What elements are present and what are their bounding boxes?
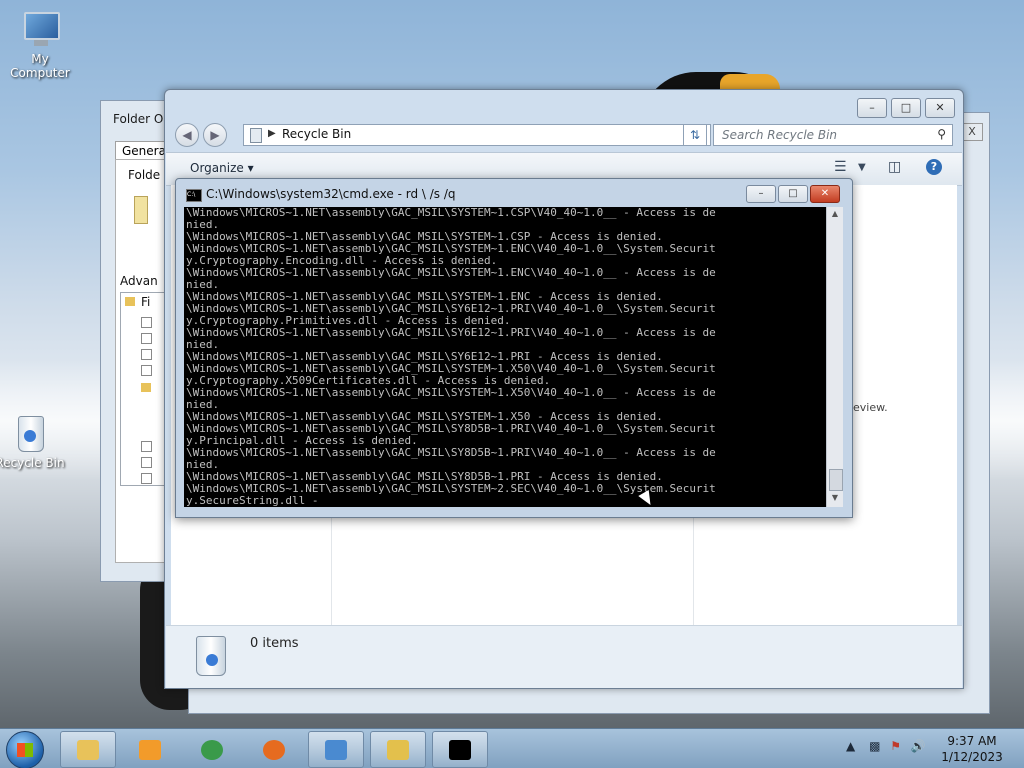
vertical-scrollbar[interactable]: ▲ ▼	[826, 207, 843, 507]
tree-item-label: Fi	[141, 295, 151, 309]
breadcrumb[interactable]: Recycle Bin	[282, 127, 351, 141]
network-icon[interactable]: ▩	[869, 739, 880, 753]
scroll-thumb[interactable]	[829, 469, 843, 491]
cmd-icon	[449, 740, 471, 760]
checkbox[interactable]	[141, 317, 152, 328]
search-icon[interactable]: ⚲	[937, 127, 946, 141]
cmd-icon: C:\	[186, 189, 202, 202]
search-input[interactable]: Search Recycle Bin ⚲	[713, 124, 953, 146]
dialog-title: Folder Op	[113, 112, 171, 126]
computer-icon	[20, 10, 60, 50]
address-bar[interactable]: ▶ Recycle Bin ▼	[243, 124, 711, 146]
clock[interactable]: 9:37 AM 1/12/2023	[932, 733, 1012, 765]
folder-options-icon	[387, 740, 409, 760]
item-count: 0 items	[250, 636, 299, 651]
firefox-icon	[263, 740, 285, 760]
folder-icon	[125, 297, 135, 306]
chrome-taskbar-button[interactable]	[184, 731, 240, 768]
recycle-logo	[206, 654, 218, 666]
tab-general[interactable]: General	[115, 141, 171, 161]
view-options-icon[interactable]: ☰	[834, 159, 847, 175]
desktop-icon-label: My Computer	[10, 52, 70, 80]
folder-icon	[134, 196, 148, 224]
cmd-window[interactable]: C:\ C:\Windows\system32\cmd.exe - rd \ /…	[175, 178, 853, 518]
window-title: C:\Windows\system32\cmd.exe - rd \ /s /q	[206, 187, 456, 201]
search-placeholder: Search Recycle Bin	[722, 128, 838, 142]
folder-icon	[77, 740, 99, 760]
folder-options-taskbar-button[interactable]	[370, 731, 426, 768]
desktop-icon-my-computer[interactable]: My Computer	[0, 10, 80, 80]
media-player-icon	[139, 740, 161, 760]
details-pane: 0 items	[166, 625, 962, 688]
desktop-icon-recycle-bin[interactable]: Recycle Bin	[0, 414, 70, 470]
maximize-button[interactable]: □	[891, 98, 921, 118]
close-button[interactable]: ✕	[925, 98, 955, 118]
checkbox[interactable]	[141, 349, 152, 360]
start-button[interactable]	[6, 731, 44, 768]
folder-icon	[141, 383, 151, 392]
preview-pane-icon[interactable]: ◫	[888, 159, 901, 175]
firefox-taskbar-button[interactable]	[246, 731, 302, 768]
scroll-up-icon[interactable]: ▲	[829, 209, 841, 221]
folders-group-label: Folde	[128, 168, 161, 182]
help-button[interactable]: ?	[926, 159, 942, 175]
media-player-taskbar-button[interactable]	[122, 731, 178, 768]
control-panel-taskbar-button[interactable]	[308, 731, 364, 768]
clock-time: 9:37 AM	[947, 734, 997, 748]
checkbox[interactable]	[141, 441, 152, 452]
refresh-button[interactable]: ⇅	[683, 124, 707, 146]
scroll-down-icon[interactable]: ▼	[829, 493, 841, 505]
preview-pane-text: eview.	[853, 401, 888, 414]
console-output[interactable]: \Windows\MICROS~1.NET\assembly\GAC_MSIL\…	[184, 207, 826, 507]
checkbox[interactable]	[141, 473, 152, 484]
maximize-button[interactable]: □	[778, 185, 808, 203]
chrome-icon	[201, 740, 223, 760]
organize-label: Organize	[190, 161, 244, 175]
cmd-taskbar-button[interactable]	[432, 731, 488, 768]
forward-button[interactable]: ▶	[203, 123, 227, 147]
explorer-taskbar-button[interactable]	[60, 731, 116, 768]
recycle-bin-icon	[250, 128, 262, 143]
chevron-down-icon[interactable]: ▼	[858, 162, 866, 173]
checkbox[interactable]	[141, 333, 152, 344]
recycle-bin-icon	[10, 414, 50, 454]
desktop-icon-label: Recycle Bin	[0, 456, 65, 470]
organize-button[interactable]: Organize ▾	[190, 161, 254, 175]
action-center-icon[interactable]: ⚑	[890, 739, 901, 753]
breadcrumb-chevron-icon[interactable]: ▶	[268, 128, 276, 139]
checkbox[interactable]	[141, 457, 152, 468]
show-hidden-icons-icon[interactable]: ▲	[846, 739, 855, 753]
back-button[interactable]: ◀	[175, 123, 199, 147]
minimize-button[interactable]: –	[746, 185, 776, 203]
control-panel-icon	[325, 740, 347, 760]
minimize-button[interactable]: –	[857, 98, 887, 118]
windows-logo-icon	[17, 743, 33, 757]
volume-icon[interactable]: 🔊	[911, 739, 926, 753]
advanced-settings-label: Advan	[120, 274, 158, 288]
close-button[interactable]: X	[961, 123, 983, 141]
checkbox[interactable]	[141, 365, 152, 376]
close-button[interactable]: ✕	[810, 185, 840, 203]
system-tray: ▲ ▩ ⚑ 🔊	[846, 739, 926, 753]
taskbar: ▲ ▩ ⚑ 🔊 9:37 AM 1/12/2023	[0, 728, 1024, 768]
console-text: \Windows\MICROS~1.NET\assembly\GAC_MSIL\…	[186, 207, 716, 507]
clock-date: 1/12/2023	[941, 750, 1003, 764]
